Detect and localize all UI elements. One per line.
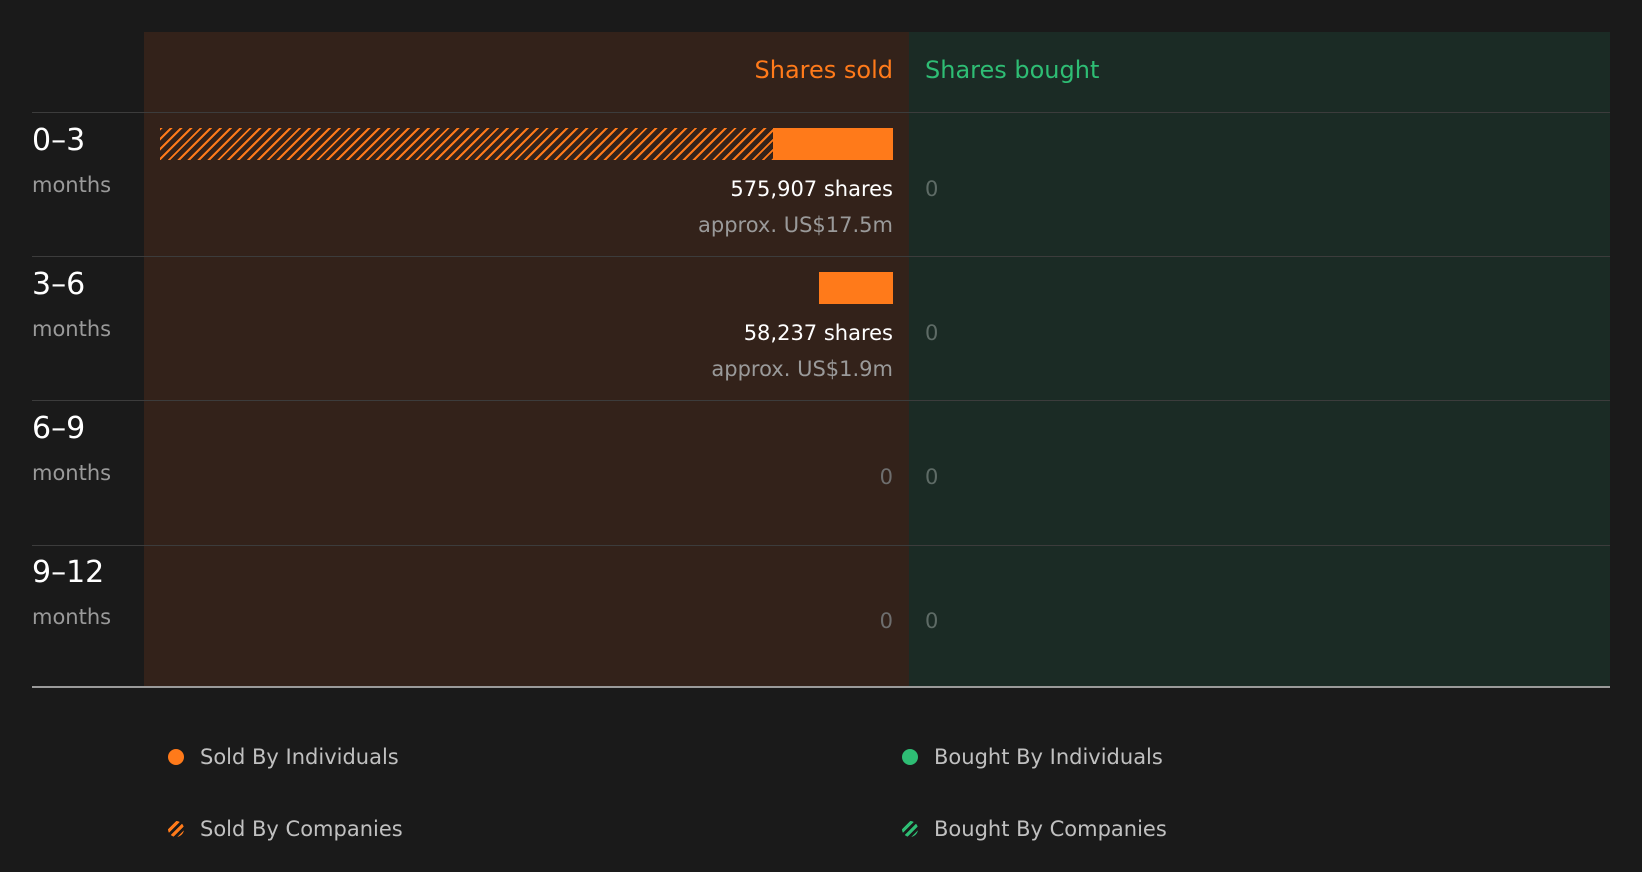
legend-label: Sold By Individuals xyxy=(200,745,399,769)
solid-dot-icon xyxy=(168,749,184,765)
legend-label: Sold By Companies xyxy=(200,817,403,841)
period-label: 6–9 xyxy=(32,411,86,446)
sold-usd-value: approx. US$17.5m xyxy=(698,213,893,237)
shares-bought-header: Shares bought xyxy=(925,56,1100,84)
sold-shares-total: 0 xyxy=(879,609,893,633)
row-separator xyxy=(32,112,1610,113)
hatched-dot-icon xyxy=(902,821,918,837)
sold-by-individuals-bar[interactable] xyxy=(773,128,893,160)
period-label: 0–3 xyxy=(32,123,86,158)
legend-bought-by-companies[interactable]: Bought By Companies xyxy=(902,816,1167,842)
shares-sold-header: Shares sold xyxy=(754,56,893,84)
sold-by-individuals-bar[interactable] xyxy=(818,272,893,304)
row-separator xyxy=(32,256,1610,257)
bought-shares-total: 0 xyxy=(925,177,939,201)
sold-usd-value: approx. US$1.9m xyxy=(711,357,893,381)
bought-shares-total: 0 xyxy=(925,321,939,345)
sold-shares-total: 58,237 shares xyxy=(743,321,893,345)
bought-shares-total: 0 xyxy=(925,465,939,489)
period-label: 9–12 xyxy=(32,555,105,590)
legend-sold-by-companies[interactable]: Sold By Companies xyxy=(168,816,403,842)
chart-baseline xyxy=(32,686,1610,688)
legend-sold-by-individuals[interactable]: Sold By Individuals xyxy=(168,744,399,770)
legend-label: Bought By Individuals xyxy=(934,745,1163,769)
shares-bought-panel xyxy=(909,32,1610,687)
row-separator xyxy=(32,400,1610,401)
hatched-dot-icon xyxy=(168,821,184,837)
period-unit: months xyxy=(32,461,112,485)
legend-label: Bought By Companies xyxy=(934,817,1167,841)
sold-shares-total: 0 xyxy=(879,465,893,489)
bought-shares-total: 0 xyxy=(925,609,939,633)
solid-dot-icon xyxy=(902,749,918,765)
sold-by-companies-bar[interactable] xyxy=(160,128,774,160)
period-unit: months xyxy=(32,173,112,197)
period-unit: months xyxy=(32,605,112,629)
period-label: 3–6 xyxy=(32,267,86,302)
period-unit: months xyxy=(32,317,112,341)
row-separator xyxy=(32,545,1610,546)
legend-bought-by-individuals[interactable]: Bought By Individuals xyxy=(902,744,1163,770)
sold-shares-total: 575,907 shares xyxy=(730,177,893,201)
